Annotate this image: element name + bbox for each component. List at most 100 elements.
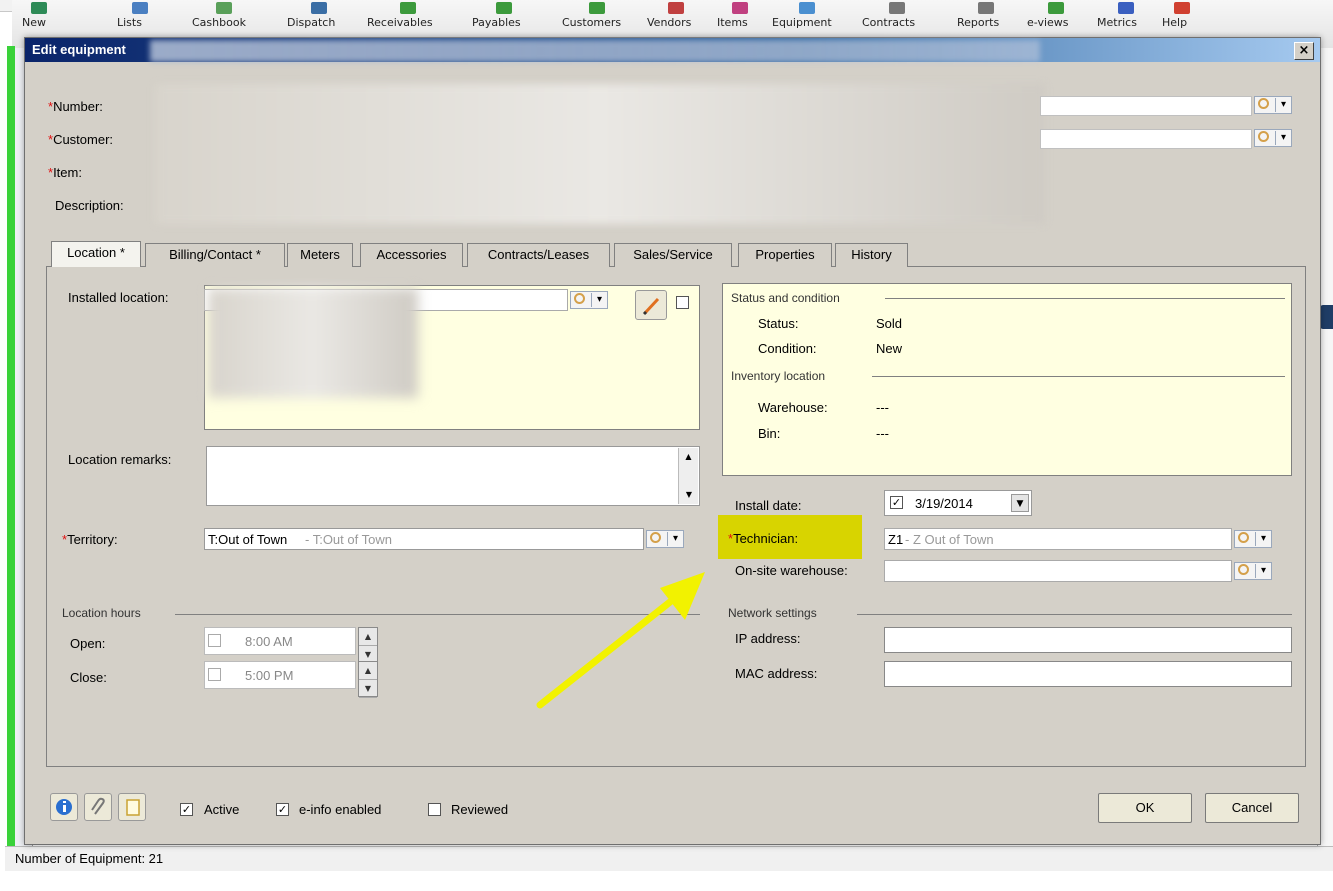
tab-location[interactable]: Location * [51,241,141,267]
condition-value: New [876,341,903,356]
toolbar-item-help[interactable]: Help [1162,2,1190,29]
toolbar-item-label: Help [1162,16,1188,29]
toolbar-icon [589,2,605,14]
dropdown-icon: ▾ [1255,564,1271,578]
toolbar-item-e-views[interactable]: e-views [1027,2,1069,29]
close-time-checkbox[interactable] [208,668,221,681]
open-time-input[interactable]: 8:00 AM [204,627,356,655]
customer-lookup[interactable]: ▾ [1254,129,1292,147]
install-date-value: 3/19/2014 [915,496,973,511]
close-time-value: 5:00 PM [245,668,294,683]
toolbar-item-vendors[interactable]: Vendors [647,2,691,29]
item-label: *Item: [48,165,82,180]
toolbar-item-new[interactable]: New [22,2,47,29]
dropdown-icon: ▾ [1275,131,1291,145]
toolbar-icon [311,2,327,14]
search-icon [1258,98,1269,109]
technician-lookup[interactable]: ▾ [1234,530,1272,548]
number-lookup[interactable]: ▾ [1254,96,1292,114]
toolbar-item-equipment[interactable]: Equipment [772,2,832,29]
dropdown-icon: ▾ [1275,98,1291,112]
onsite-warehouse-input[interactable] [884,560,1232,582]
installed-location-checkbox[interactable] [676,296,689,309]
ip-address-input[interactable] [884,627,1292,653]
location-remarks-input[interactable] [206,446,700,506]
toolbar-item-cashbook[interactable]: Cashbook [192,2,246,29]
territory-lookup[interactable]: ▾ [646,530,684,548]
tab-history[interactable]: History [835,243,908,267]
ip-address-label: IP address: [735,631,801,646]
toolbar-item-dispatch[interactable]: Dispatch [287,2,335,29]
toolbar-item-label: Equipment [772,16,832,29]
toolbar-item-lists[interactable]: Lists [117,2,148,29]
spin-up-icon[interactable]: ▲ [359,628,377,646]
description-label: Description: [55,198,124,213]
tab-accessories[interactable]: Accessories [360,243,463,267]
close-time-spinner[interactable]: ▲ ▼ [358,661,378,698]
close-time-input[interactable]: 5:00 PM [204,661,356,689]
spin-up-icon[interactable]: ▲ [359,662,377,680]
scroll-down-icon[interactable]: ▼ [679,486,699,504]
toolbar-item-label: Customers [562,16,622,29]
toolbar-icon [1048,2,1064,14]
number-label: *Number: [48,99,103,114]
install-date-picker[interactable]: ✓ 3/19/2014 ▼ [884,490,1032,516]
side-tab-icon[interactable] [1320,305,1333,329]
toolbar-item-payables[interactable]: Payables [472,2,521,29]
info-button[interactable] [50,793,78,821]
customer-input[interactable] [1040,129,1252,149]
edit-location-button[interactable] [635,290,667,320]
technician-label: *Technician: [728,531,799,546]
toolbar-item-label: Cashbook [192,16,246,29]
mac-address-input[interactable] [884,661,1292,687]
close-button[interactable]: × [1294,42,1314,60]
status-value: Sold [876,316,903,331]
cancel-button[interactable]: Cancel [1205,793,1299,823]
toolbar-icon [1174,2,1190,14]
toolbar-item-receivables[interactable]: Receivables [367,2,433,29]
calendar-dropdown-icon[interactable]: ▼ [1011,494,1029,512]
einfo-label: e-info enabled [299,802,382,817]
tab-meters[interactable]: Meters [287,243,353,267]
toolbar-item-label: Items [717,16,748,29]
reviewed-checkbox[interactable] [428,803,441,816]
technician-input[interactable]: Z1 - Z Out of Town [884,528,1232,550]
tab-sales-service[interactable]: Sales/Service [614,243,732,267]
ok-button[interactable]: OK [1098,793,1192,823]
tab-properties[interactable]: Properties [738,243,832,267]
header-redaction [155,84,1045,224]
toolbar-icon [668,2,684,14]
toolbar-item-customers[interactable]: Customers [562,2,622,29]
open-label: Open: [70,636,106,651]
active-checkbox[interactable]: ✓ [180,803,193,816]
toolbar-item-label: Lists [117,16,142,29]
spin-down-icon[interactable]: ▼ [359,680,377,698]
toolbar-item-label: Payables [472,16,521,29]
tab-billing-contact[interactable]: Billing/Contact * [145,243,285,267]
scroll-up-icon[interactable]: ▲ [679,448,698,466]
number-input[interactable] [1040,96,1252,116]
toolbar-item-items[interactable]: Items [717,2,748,29]
open-time-checkbox[interactable] [208,634,221,647]
open-time-spinner[interactable]: ▲ ▼ [358,627,378,664]
onsite-warehouse-label: On-site warehouse: [735,563,848,578]
inventory-location-title: Inventory location [731,369,826,383]
search-icon [1238,564,1249,575]
install-date-checkbox[interactable]: ✓ [890,496,903,509]
condition-label: Condition: [758,341,817,356]
tab-contracts-leases[interactable]: Contracts/Leases [467,243,610,267]
search-icon [1238,532,1249,543]
toolbar-icon [31,2,47,14]
territory-label: *Territory: [62,532,118,547]
toolbar-item-reports[interactable]: Reports [957,2,999,29]
toolbar-item-metrics[interactable]: Metrics [1097,2,1137,29]
toolbar-item-label: Receivables [367,16,433,29]
einfo-checkbox[interactable]: ✓ [276,803,289,816]
remarks-scrollbar[interactable]: ▲ ▼ [678,448,698,504]
attachment-button[interactable] [84,793,112,821]
toolbar-item-contracts[interactable]: Contracts [862,2,915,29]
onsite-warehouse-lookup[interactable]: ▾ [1234,562,1272,580]
territory-input[interactable]: T:Out of Town - T:Out of Town [204,528,644,550]
installed-location-lookup[interactable]: ▾ [570,291,608,309]
notes-button[interactable] [118,793,146,821]
